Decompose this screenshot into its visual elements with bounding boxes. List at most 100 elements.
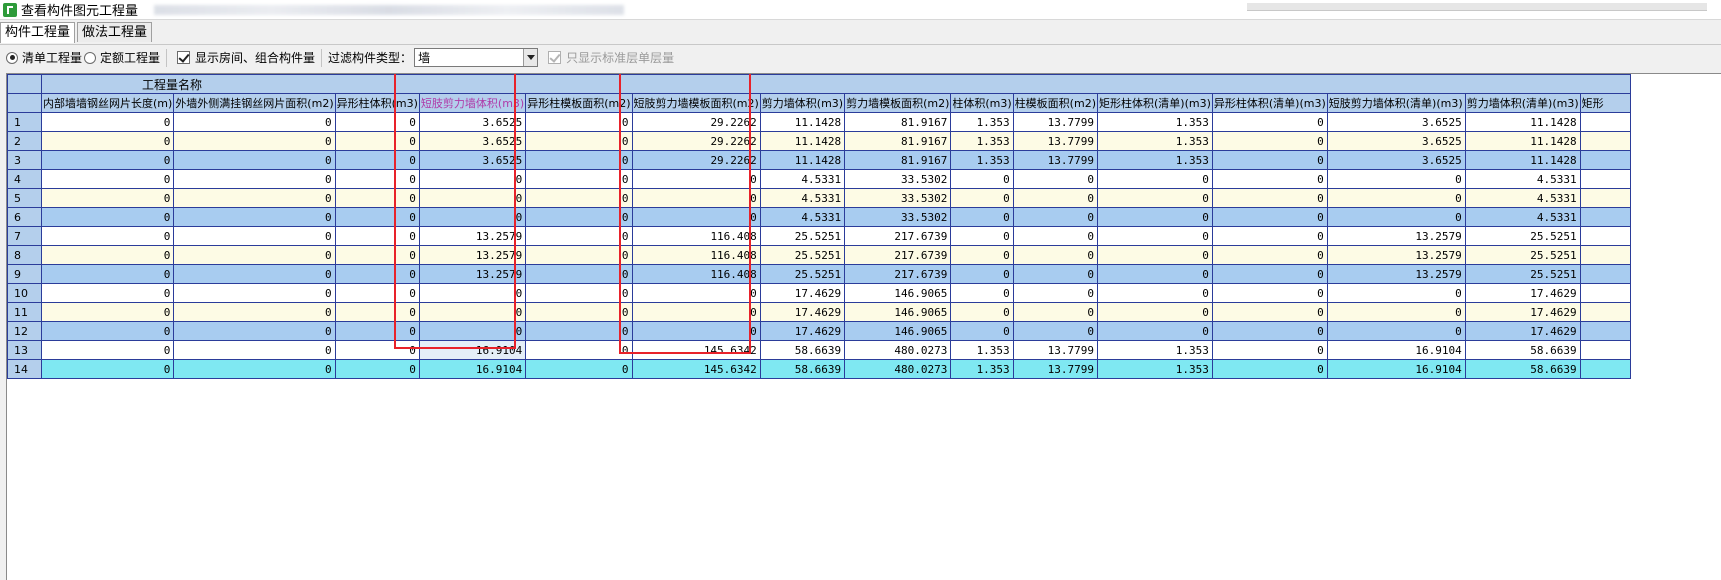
table-cell[interactable]: 116.408	[631, 245, 761, 265]
table-cell[interactable]: 11.1428	[1464, 150, 1581, 170]
table-cell[interactable]: 0	[1096, 245, 1213, 265]
table-cell[interactable]: 33.5302	[844, 188, 952, 208]
column-header[interactable]: 短肢剪力墙模板面积(m2)	[631, 93, 761, 113]
table-cell[interactable]: 4.5331	[1464, 207, 1581, 227]
filter-type-select[interactable]: 墙	[414, 48, 539, 67]
table-cell[interactable]: 0	[525, 340, 633, 360]
table-cell[interactable]: 0	[1211, 283, 1328, 303]
table-cell[interactable]: 13.7799	[1012, 340, 1098, 360]
row-number[interactable]: 3	[7, 150, 42, 170]
table-cell[interactable]: 0	[1096, 226, 1213, 246]
table-cell[interactable]: 0	[1012, 188, 1098, 208]
table-cell[interactable]: 1.353	[950, 150, 1014, 170]
table-cell[interactable]: 0	[950, 169, 1014, 189]
table-cell[interactable]: 0	[334, 188, 420, 208]
table-cell[interactable]: 0	[525, 302, 633, 322]
table-cell[interactable]: 0	[1096, 207, 1213, 227]
table-cell[interactable]: 0	[1326, 321, 1466, 341]
table-row[interactable]: 9 0 0 0 13.2579 0 116.408 25.5251 217.6739 0 0 0 0 13…	[7, 264, 1631, 284]
row-number[interactable]: 11	[7, 302, 42, 322]
table-cell[interactable]	[1579, 188, 1631, 208]
table-cell[interactable]: 81.9167	[844, 150, 952, 170]
table-cell[interactable]: 25.5251	[1464, 245, 1581, 265]
table-cell[interactable]: 4.5331	[1464, 169, 1581, 189]
table-cell[interactable]: 0	[40, 245, 175, 265]
table-row[interactable]: 7 0 0 0 13.2579 0 116.408 25.5251 217.6739 0 0 0 0 13…	[7, 226, 1631, 246]
table-cell[interactable]: 0	[525, 264, 633, 284]
column-header[interactable]: 剪力墙模板面积(m2)	[844, 93, 952, 113]
table-cell[interactable]: 0	[418, 302, 527, 322]
table-cell[interactable]	[1579, 359, 1631, 379]
table-row[interactable]: 8 0 0 0 13.2579 0 116.408 25.5251 217.6739 0 0 0 0 13…	[7, 245, 1631, 265]
table-cell[interactable]: 146.9065	[844, 321, 952, 341]
table-cell[interactable]: 0	[525, 321, 633, 341]
table-cell[interactable]: 0	[1211, 340, 1328, 360]
table-cell[interactable]: 0	[525, 150, 633, 170]
row-number[interactable]: 1	[7, 112, 42, 132]
table-cell[interactable]: 1.353	[950, 340, 1014, 360]
table-cell[interactable]: 3.6525	[1326, 131, 1466, 151]
table-cell[interactable]: 146.9065	[844, 283, 952, 303]
table-cell[interactable]: 33.5302	[844, 207, 952, 227]
table-cell[interactable]: 13.7799	[1012, 131, 1098, 151]
table-cell[interactable]: 0	[1012, 264, 1098, 284]
table-cell[interactable]: 16.9104	[418, 359, 527, 379]
table-cell[interactable]: 17.4629	[1464, 283, 1581, 303]
table-row[interactable]: 10 0 0 0 0 0 0 17.4629 146.9065 0 0 0 0 0 17.4629	[7, 283, 1631, 303]
table-row[interactable]: 3 0 0 0 3.6525 0 29.2262 11.1428 81.9167 1.353 13.…	[7, 150, 1631, 170]
table-cell[interactable]: 0	[525, 188, 633, 208]
table-cell[interactable]: 0	[40, 207, 175, 227]
table-cell[interactable]: 0	[40, 150, 175, 170]
column-header[interactable]: 异形柱体积(清单)(m3)	[1211, 93, 1328, 113]
column-header[interactable]: 矩形柱体积(清单)(m3)	[1096, 93, 1213, 113]
table-cell[interactable]: 0	[525, 131, 633, 151]
table-cell[interactable]: 0	[334, 131, 420, 151]
table-cell[interactable]: 16.9104	[1326, 359, 1466, 379]
table-cell[interactable]: 116.408	[631, 264, 761, 284]
table-cell[interactable]: 0	[950, 207, 1014, 227]
table-cell[interactable]	[1579, 302, 1631, 322]
table-cell[interactable]: 0	[173, 245, 336, 265]
table-cell[interactable]: 4.5331	[1464, 188, 1581, 208]
table-cell[interactable]: 0	[1096, 321, 1213, 341]
table-cell[interactable]: 0	[173, 112, 336, 132]
table-cell[interactable]: 13.2579	[418, 226, 527, 246]
table-cell[interactable]: 0	[418, 169, 527, 189]
table-row[interactable]: 1 0 0 0 3.6525 0 29.2262 11.1428 81.9167 1.353 13.…	[7, 112, 1631, 132]
table-cell[interactable]	[1579, 169, 1631, 189]
std-floor-checkbox[interactable]	[548, 51, 562, 64]
table-row[interactable]: 2 0 0 0 3.6525 0 29.2262 11.1428 81.9167 1.353 13.…	[7, 131, 1631, 151]
table-cell[interactable]: 0	[1211, 321, 1328, 341]
table-cell[interactable]: 16.9104	[418, 340, 527, 360]
table-row[interactable]: 5 0 0 0 0 0 0 4.5331 33.5302 0 0 0 0 0 4.5331	[7, 188, 1631, 208]
table-cell[interactable]: 0	[1211, 131, 1328, 151]
table-cell[interactable]: 0	[1211, 207, 1328, 227]
table-cell[interactable]: 146.9065	[844, 302, 952, 322]
table-cell[interactable]: 0	[1012, 169, 1098, 189]
table-cell[interactable]: 0	[40, 359, 175, 379]
table-cell[interactable]: 0	[1012, 226, 1098, 246]
table-cell[interactable]: 0	[1211, 169, 1328, 189]
table-cell[interactable]	[1579, 264, 1631, 284]
table-cell[interactable]: 0	[1096, 169, 1213, 189]
table-cell[interactable]: 17.4629	[1464, 321, 1581, 341]
table-cell[interactable]: 0	[1326, 188, 1466, 208]
table-cell[interactable]: 0	[1211, 264, 1328, 284]
table-cell[interactable]: 0	[950, 245, 1014, 265]
table-cell[interactable]: 25.5251	[759, 245, 846, 265]
table-cell[interactable]: 25.5251	[759, 226, 846, 246]
column-header[interactable]: 内部墙墙钢丝网片长度(m)	[40, 93, 175, 113]
table-cell[interactable]	[1579, 321, 1631, 341]
table-cell[interactable]: 0	[1211, 245, 1328, 265]
row-number[interactable]: 4	[7, 169, 42, 189]
table-cell[interactable]: 0	[950, 226, 1014, 246]
table-cell[interactable]: 0	[1012, 283, 1098, 303]
table-cell[interactable]: 0	[1326, 169, 1466, 189]
table-cell[interactable]: 145.6342	[631, 359, 761, 379]
table-cell[interactable]: 0	[334, 340, 420, 360]
row-number[interactable]: 8	[7, 245, 42, 265]
table-cell[interactable]: 25.5251	[759, 264, 846, 284]
table-cell[interactable]: 0	[40, 169, 175, 189]
table-cell[interactable]: 0	[1012, 245, 1098, 265]
table-cell[interactable]: 0	[525, 169, 633, 189]
